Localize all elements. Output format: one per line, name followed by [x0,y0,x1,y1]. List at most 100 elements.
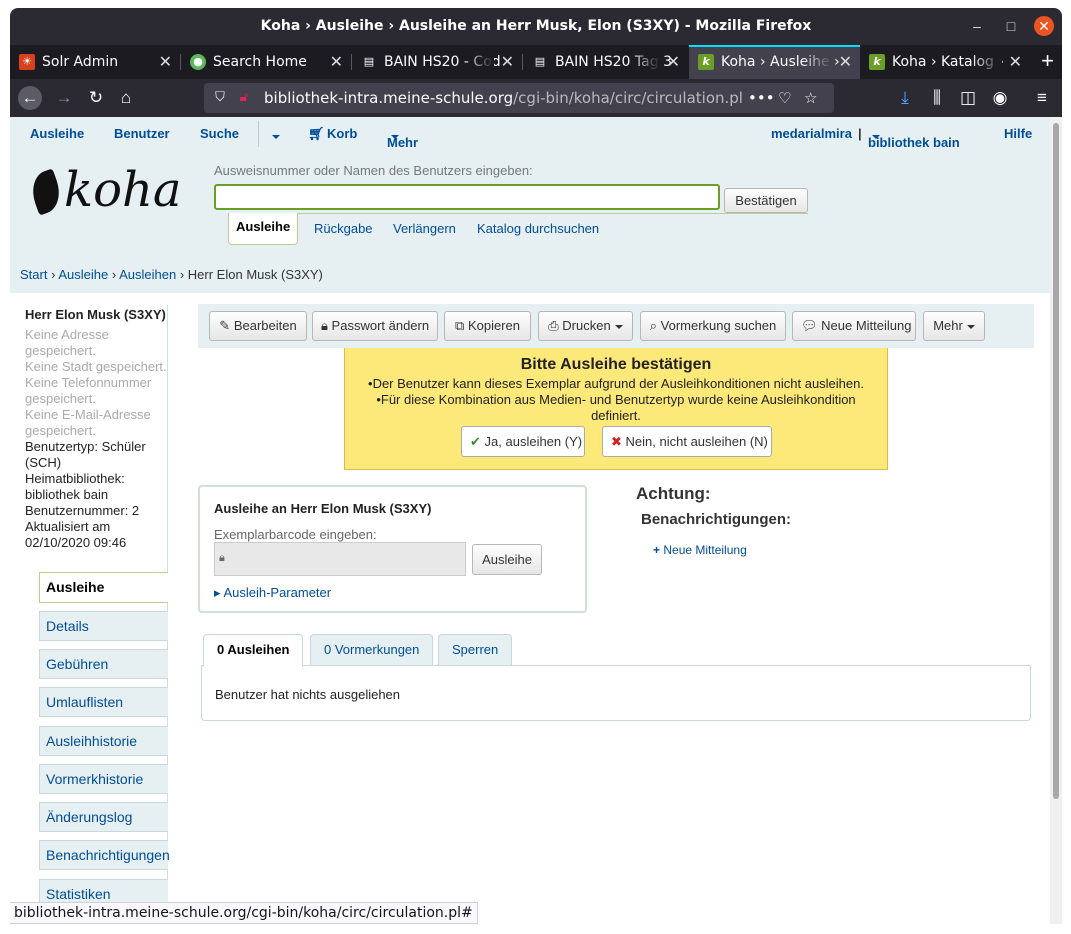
confirm-no-button[interactable]: ✖ Nein, nicht ausleihen (N) [602,426,772,457]
dialog-messages: Der Benutzer kann dieses Exemplar aufgru… [345,376,887,424]
document-icon: ▤ [363,55,375,68]
browser-tab-koha-ausleihe[interactable]: k Koha › Ausleihe › ✕ [689,45,860,79]
checkout-submit-button[interactable]: Ausleihe [472,544,542,575]
x-icon: ✖ [611,434,622,449]
pocket-icon[interactable]: ♡ [778,83,791,113]
patron-search-input[interactable] [214,184,720,210]
tab-close-icon[interactable]: ✕ [501,45,514,79]
insecure-lock-icon[interactable]: 🔓︎ [232,86,256,110]
patron-name: Herr Elon Musk (S3XY) [25,307,166,322]
patron-home-library: Heimatbibliothek: bibliothek bain [25,471,125,502]
patron-search-submit-button[interactable]: Bestätigen [724,188,808,213]
sidebar-item-umlauflisten[interactable]: Umlauflisten [39,687,168,717]
tab-ausleihen[interactable]: 0 Ausleihen [203,634,304,667]
back-icon[interactable]: ← [18,86,42,110]
tab-close-icon[interactable]: ✕ [839,47,852,77]
cart-icon[interactable]: 🛒︎ [308,126,325,142]
dialog-message: Der Benutzer kann dieses Exemplar aufgru… [345,376,887,392]
page-actions-icon[interactable]: ••• [748,83,775,113]
subtab-ausleihe[interactable]: Ausleihe [228,213,299,245]
edit-button[interactable]: ✎ Bearbeiten [209,311,307,341]
download-icon[interactable]: ⤓ [893,86,917,110]
header-subtabs: Ausleihe Rückgabe Verlängern Katalog dur… [228,213,808,245]
tab-close-icon[interactable]: ✕ [330,45,343,79]
breadcrumb-sep: › [51,267,56,282]
checkout-params-label: Ausleih-Parameter [223,585,332,600]
sidebar-item-ausleihhistorie[interactable]: Ausleihhistorie [39,726,168,756]
forward-icon[interactable]: → [52,86,76,110]
minimize-icon[interactable]: – [967,16,987,36]
window-titlebar: Koha › Ausleihe › Ausleihe an Herr Musk,… [10,8,1062,45]
solr-icon: ☀ [19,54,35,70]
caret-down-icon [614,324,623,329]
browser-tab-koha-katalog[interactable]: k Koha › Katalog › ✕ [860,45,1030,79]
new-message-link[interactable]: + Neue Mitteilung [653,543,747,557]
copy-button[interactable]: ⧉ Kopieren [444,311,531,341]
tab-sperren[interactable]: Sperren [438,634,513,666]
more-button[interactable]: Mehr [923,311,985,341]
menu-icon[interactable]: ≡ [1030,86,1054,110]
sidebar-item-gebuehren[interactable]: Gebühren [39,649,168,679]
patron-no-address: Keine Adresse gespeichert. [25,327,109,358]
sidebar-icon[interactable]: ◫ [956,86,980,110]
browser-tab-bain-tag[interactable]: ▤ BAIN HS20 Tag 3 ✕ [523,45,688,79]
barcode-label: Exemplarbarcode eingeben: [214,527,377,542]
bookmark-star-icon[interactable]: ☆ [804,83,817,113]
breadcrumb-ausleihe[interactable]: Ausleihe [58,267,108,282]
confirm-yes-button[interactable]: ✔ Ja, ausleihen (Y) [461,426,585,457]
koha-leaf-icon [26,168,66,216]
search-icon: ⌕ [649,318,658,333]
breadcrumb-start[interactable]: Start [20,267,47,282]
notifications-heading: Benachrichtigungen: [641,511,792,528]
maximize-icon[interactable]: □ [1001,16,1021,36]
sidebar-item-details[interactable]: Details [39,611,168,641]
nav-hilfe[interactable]: Hilfe [1004,126,1032,141]
search-hold-button[interactable]: ⌕ Vormerkung suchen [640,311,786,341]
koha-header: koha Ausweisnummer oder Namen des Benutz… [10,151,1050,255]
scrollbar-thumb[interactable] [1053,123,1059,799]
subtab-verlaengern[interactable]: Verlängern [393,221,456,236]
koha-logo-text: koha [64,162,182,218]
browser-tab-solr[interactable]: ☀ Solr Admin ✕ [10,45,180,79]
koha-logo[interactable]: koha [26,162,182,218]
sidebar-item-aenderungslog[interactable]: Änderungslog [39,802,168,832]
checkout-form: Ausleihe an Herr Elon Musk (S3XY) Exempl… [198,485,587,613]
library-icon[interactable]: ⫼ [925,86,949,110]
shield-icon[interactable]: ⛉ [208,86,232,110]
home-icon[interactable]: ⌂ [114,86,138,110]
logged-in-user[interactable]: medarialmira [771,126,852,141]
sidebar-item-benachrichtigungen[interactable]: Benachrichtigungen [39,840,170,870]
browser-tab-bain-code[interactable]: ▤ BAIN HS20 - Cod ✕ [352,45,522,79]
barcode-input[interactable]: 🔒︎ [214,542,466,576]
new-message-button[interactable]: 💬︎ Neue Mitteilung [792,311,916,341]
koha-topnav: Ausleihe Benutzer Suche 🛒︎ Korb Mehr med… [10,117,1050,151]
tab-close-icon[interactable]: ✕ [1009,45,1022,79]
sidebar-item-vormerkhistorie[interactable]: Vormerkhistorie [39,764,168,794]
nav-korb[interactable]: Korb [327,126,357,141]
tab-close-icon[interactable]: ✕ [159,45,172,79]
subtab-rueckgabe[interactable]: Rückgabe [314,221,373,236]
checkout-params-toggle[interactable]: ▸ Ausleih-Parameter [214,585,331,601]
subtab-katalog-durchsuchen[interactable]: Katalog durchsuchen [477,221,599,236]
tab-close-icon[interactable]: ✕ [667,45,680,79]
tab-vormerkungen[interactable]: 0 Vormerkungen [310,634,434,666]
nav-benutzer[interactable]: Benutzer [114,126,170,141]
print-label: Drucken [562,318,611,333]
url-bar[interactable]: ⛉ 🔓︎ bibliothek-intra.meine-schule.org/c… [204,83,834,113]
nav-suche[interactable]: Suche [200,126,239,141]
close-icon[interactable]: ✕ [1034,16,1054,36]
reload-icon[interactable]: ↻ [84,86,108,110]
patron-search-label: Ausweisnummer oder Namen des Benutzers e… [214,163,533,178]
print-button[interactable]: ⎙ Drucken [538,311,633,341]
change-password-button[interactable]: 🔒︎ Passwort ändern [312,311,438,341]
print-icon: ⎙ [548,318,559,333]
page-scrollbar[interactable] [1050,117,1062,924]
pencil-icon: ✎ [219,318,231,333]
account-icon[interactable]: ◉ [988,86,1012,110]
more-label: Mehr [933,318,963,333]
browser-tab-search-home[interactable]: ● Search Home ✕ [181,45,351,79]
nav-ausleihe[interactable]: Ausleihe [30,126,84,141]
breadcrumb-ausleihen[interactable]: Ausleihen [119,267,176,282]
sidebar-item-ausleihe[interactable]: Ausleihe [39,572,168,603]
new-tab-icon[interactable]: + [1041,48,1054,74]
